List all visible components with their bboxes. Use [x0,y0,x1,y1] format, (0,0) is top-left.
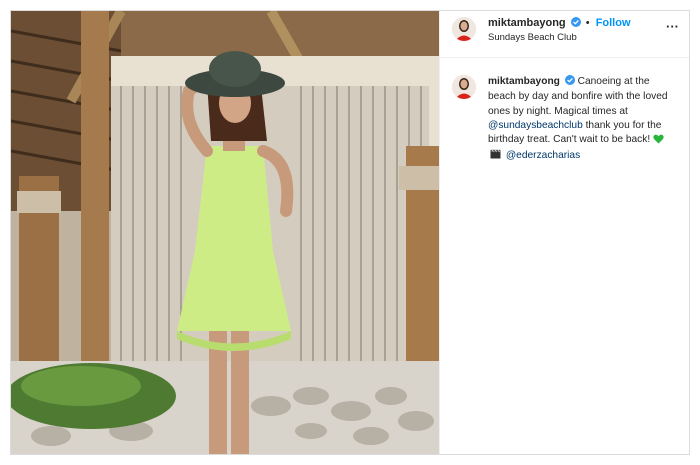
separator-dot: • [585,17,590,29]
post-header: miktambayong • Follow Sundays Beach Club… [440,11,689,58]
mention-link[interactable]: @ederzacharias [506,150,580,161]
post-header-line: miktambayong • Follow [488,17,631,30]
username-link[interactable]: miktambayong [488,17,566,29]
avatar-image [452,75,476,99]
more-options-icon[interactable]: ··· [666,19,679,34]
caption-username-link[interactable]: miktambayong [488,76,560,87]
post-sidebar: miktambayong • Follow Sundays Beach Club… [439,11,689,454]
green-heart-icon [653,134,664,149]
clapper-board-icon [490,149,501,164]
follow-button[interactable]: Follow [596,17,631,29]
verified-badge-icon [564,75,575,90]
verified-badge-icon [570,17,581,30]
instagram-post-card: miktambayong • Follow Sundays Beach Club… [10,10,690,455]
caption-avatar[interactable] [452,75,476,99]
location-link[interactable]: Sundays Beach Club [488,32,577,43]
post-photo[interactable] [11,11,439,454]
mention-link[interactable]: @sundaysbeachclub [488,120,583,131]
caption: miktambayong Canoeing at the beach by da… [488,75,673,165]
avatar-image [452,17,476,41]
photo-illustration [11,11,439,454]
avatar[interactable] [452,17,476,41]
